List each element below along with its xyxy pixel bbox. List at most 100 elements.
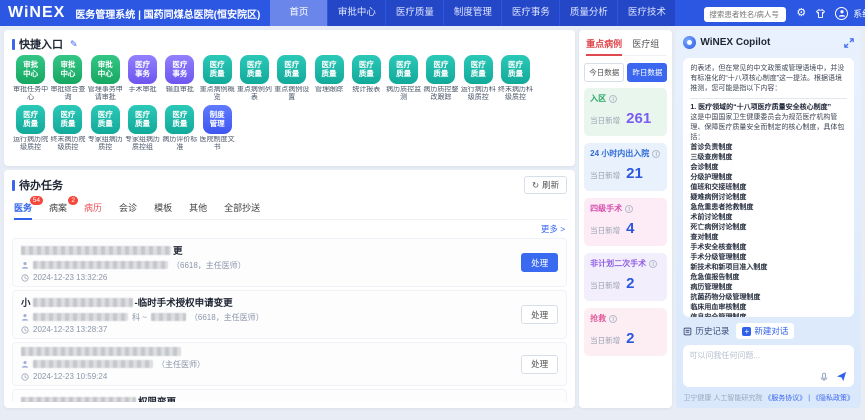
refresh-button[interactable]: ↻ 刷新 <box>524 176 567 194</box>
history-label: 历史记录 <box>695 325 729 337</box>
refresh-icon: ↻ <box>532 180 539 191</box>
quick-entry-tile-19[interactable]: 医疗质量病历评价标准 <box>161 105 198 152</box>
info-icon[interactable]: i <box>625 205 633 213</box>
info-icon[interactable]: i <box>609 315 617 323</box>
copilot-section-heading: 1. 医疗领域的“十八项医疗质量安全核心制度” <box>690 103 847 113</box>
quick-entry-tile-13[interactable]: 医疗质量运行病历科级质控 <box>460 55 497 102</box>
redacted-text <box>33 261 168 269</box>
title-accent-bar <box>12 180 15 191</box>
send-icon[interactable] <box>836 371 847 382</box>
todo-tab-5[interactable]: 模板 <box>154 201 172 214</box>
nav-tab-7[interactable]: 医疗技术 <box>618 0 675 26</box>
more-link[interactable]: 更多 > <box>541 223 565 235</box>
quick-entry-tile-9[interactable]: 医疗质量管理跟踪 <box>310 55 347 102</box>
quick-entry-tile-12[interactable]: 医疗质量病历质控整改跟踪 <box>422 55 459 102</box>
clock-icon <box>21 274 29 282</box>
info-icon[interactable]: i <box>652 150 660 158</box>
edit-pencil-icon[interactable]: ✎ <box>70 39 78 50</box>
range-button-2[interactable]: 昨日数据 <box>627 63 667 82</box>
todo-tab-3[interactable]: 病历 <box>84 201 102 214</box>
tile-icon: 医疗质量 <box>240 55 269 84</box>
settings-gear-icon[interactable]: ⚙ <box>796 8 806 19</box>
copilot-list-item-10: 查对制度 <box>690 233 847 243</box>
history-button[interactable]: 历史记录 <box>683 325 729 337</box>
handle-button[interactable]: 处理 <box>521 253 558 272</box>
stat-card-value: 4 <box>626 220 634 237</box>
task-title: 权限变更 <box>21 394 215 402</box>
quick-entry-tile-10[interactable]: 医疗质量统计报表 <box>348 55 385 102</box>
tile-label: 管理跟踪 <box>310 86 347 102</box>
tile-label: 手术审批 <box>124 86 161 102</box>
nav-tab-5[interactable]: 医疗事务 <box>502 0 559 26</box>
new-chat-button[interactable]: + 新建对话 <box>736 323 794 339</box>
task-main: 权限变更（主任医师）2024-12-19 14:28:38 <box>21 394 215 402</box>
copilot-item-list: 首诊负责制度三级查房制度会诊制度分级护理制度值班和交接班制度疑难病例讨论制度急危… <box>690 143 847 317</box>
copilot-list-item-16: 抗菌药物分级管理制度 <box>690 293 847 303</box>
todo-tab-2[interactable]: 病案2 <box>49 201 67 214</box>
handle-button[interactable]: 处理 <box>521 305 558 324</box>
voice-mic-icon[interactable] <box>819 372 829 382</box>
history-icon <box>683 327 692 336</box>
tile-label: 运行病历科级质控 <box>460 86 497 102</box>
nav-tab-4[interactable]: 制度管理 <box>444 0 501 26</box>
quick-entry-tile-14[interactable]: 医疗质量终末病历科级质控 <box>497 55 534 102</box>
quick-entry-tile-7[interactable]: 医疗质量重点病例列表 <box>236 55 273 102</box>
quick-entry-tile-20[interactable]: 制度管理医院制度文书 <box>198 105 235 152</box>
stats-column: 重点病例医疗组 今日数据昨日数据 入区i当日新增26124 小时内出入院i当日新… <box>579 30 672 408</box>
copilot-input-icons <box>819 371 847 382</box>
tile-icon: 医疗质量 <box>426 55 455 84</box>
quick-entry-tile-16[interactable]: 医疗质量终末病历院级质控 <box>49 105 86 152</box>
quick-entry-tile-15[interactable]: 医疗质量运行病历院级质控 <box>12 105 49 152</box>
user-avatar[interactable] <box>835 7 848 20</box>
copilot-input[interactable] <box>689 350 848 372</box>
stat-card-value: 2 <box>626 330 634 347</box>
quick-entry-tile-8[interactable]: 医疗质量重点病例设置 <box>273 55 310 102</box>
stats-tab-1[interactable]: 重点病例 <box>586 37 622 50</box>
range-button-1[interactable]: 今日数据 <box>584 63 624 82</box>
info-icon[interactable]: i <box>609 95 617 103</box>
quick-entry-tile-17[interactable]: 医疗质量专家组病历质控 <box>87 105 124 152</box>
nav-tab-2[interactable]: 审批中心 <box>328 0 385 26</box>
quick-entry-tile-6[interactable]: 医疗质量重点病例概览 <box>198 55 235 102</box>
handle-button[interactable]: 处理 <box>521 355 558 374</box>
nav-tab-3[interactable]: 医疗质量 <box>386 0 443 26</box>
quick-entry-tile-2[interactable]: 审批中心审批综合查询 <box>49 55 86 102</box>
task-row-1[interactable]: 更（6618，主任医师）2024-12-23 13:32:26处理 <box>12 238 567 287</box>
todo-tab-7[interactable]: 全部抄送 <box>224 201 260 214</box>
left-column: 快捷入口 ✎ 审批中心审批任务中心审批中心审批综合查询审批中心管理事务申请审批医… <box>4 30 575 408</box>
copilot-footer-links[interactable]: 《服务协议》 | 《隐私政策》 <box>764 395 854 402</box>
quick-entry-tile-3[interactable]: 审批中心管理事务申请审批 <box>87 55 124 102</box>
copilot-intro: 的表述，但在常见的中文政策或管理语境中，并没有标准化的“十八项核心制度”这一提法… <box>690 64 847 94</box>
task-row-2[interactable]: 小-临时手术授权申请变更科 ~（6618，主任医师）2024-12-23 13:… <box>12 290 567 339</box>
stat-card-body: 当日新增21 <box>590 165 661 182</box>
quick-entry-tile-18[interactable]: 医疗质量专家组病历质控组 <box>124 105 161 152</box>
quick-entry-tile-11[interactable]: 医疗质量病历质控监测 <box>385 55 422 102</box>
quick-entry-tile-4[interactable]: 医疗事务手术审批 <box>124 55 161 102</box>
tile-label: 审批任务中心 <box>12 86 49 102</box>
tile-icon: 医疗事务 <box>165 55 194 84</box>
quick-entry-tile-5[interactable]: 医疗事务输血审批 <box>161 55 198 102</box>
copilot-list-item-6: 疑难病例讨论制度 <box>690 193 847 203</box>
stat-card-body: 当日新增2 <box>590 330 661 347</box>
nav-tab-6[interactable]: 质量分析 <box>560 0 617 26</box>
stats-tab-2[interactable]: 医疗组 <box>632 37 659 50</box>
task-row-4[interactable]: 权限变更（主任医师）2024-12-19 14:28:38处理 <box>12 389 567 402</box>
task-main: （主任医师）2024-12-23 10:59:24 <box>21 347 205 381</box>
tile-label: 重点病例概览 <box>198 86 235 102</box>
todo-tab-1[interactable]: 医务54 <box>14 201 32 214</box>
theme-shirt-icon[interactable] <box>815 8 826 19</box>
nav-tab-1[interactable]: 首页 <box>270 0 327 26</box>
todo-tab-4[interactable]: 会诊 <box>119 201 137 214</box>
info-icon[interactable]: i <box>649 260 657 268</box>
user-name[interactable]: 系统管理员 <box>853 7 865 20</box>
copilot-list-item-9: 死亡病例讨论制度 <box>690 223 847 233</box>
person-icon <box>21 360 29 368</box>
redacted-text <box>21 347 181 356</box>
expand-icon[interactable] <box>844 38 854 48</box>
task-row-3[interactable]: （主任医师）2024-12-23 10:59:24 处理 <box>12 342 567 386</box>
quick-entry-tile-1[interactable]: 审批中心审批任务中心 <box>12 55 49 102</box>
tile-icon: 医疗质量 <box>501 55 530 84</box>
stat-card-body: 当日新增261 <box>590 110 661 127</box>
todo-tab-6[interactable]: 其他 <box>189 201 207 214</box>
patient-search-input[interactable] <box>704 7 786 22</box>
